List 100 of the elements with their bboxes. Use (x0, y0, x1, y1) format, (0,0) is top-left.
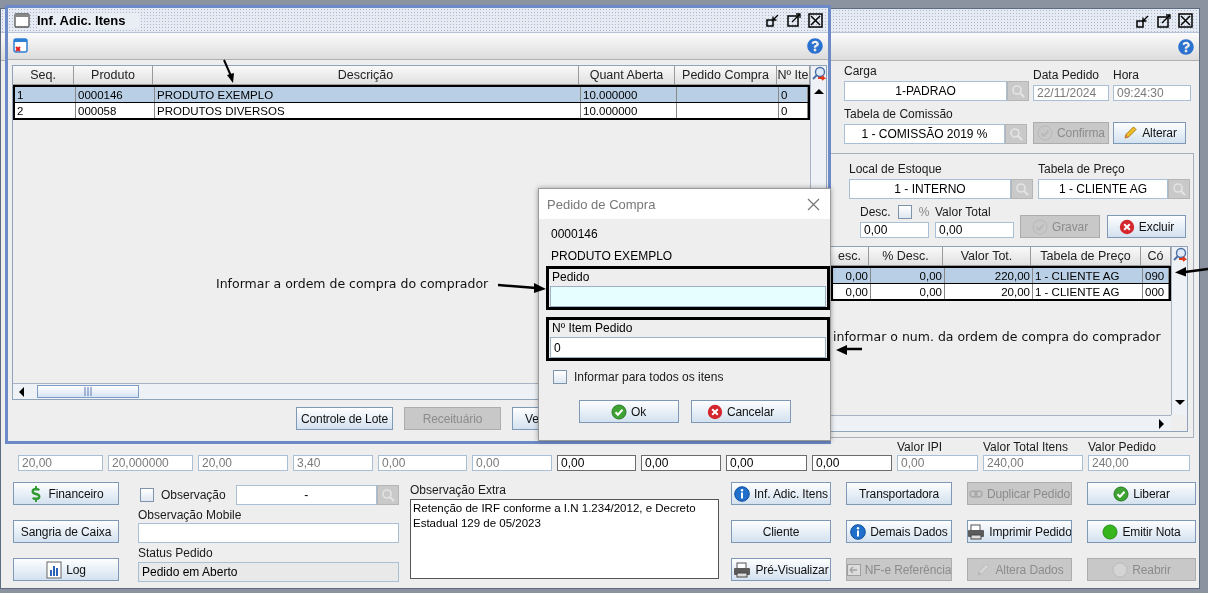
grip-icon (84, 387, 92, 396)
scroll-down-icon[interactable] (1173, 399, 1186, 407)
financial-button[interactable]: Financeiro (13, 482, 119, 505)
column-header[interactable]: Tabela de Preço (1031, 247, 1141, 266)
value-field[interactable]: 20,00 (18, 455, 103, 471)
customer-button[interactable]: Cliente (731, 520, 831, 543)
cash-withdrawal-button[interactable]: Sangria de Caixa (13, 520, 119, 543)
checkbox-label: % (918, 205, 930, 219)
cancel-button[interactable]: Cancelar (690, 400, 791, 423)
checkbox[interactable] (553, 370, 567, 384)
dialog-title: Pedido de Compra (547, 196, 656, 212)
value-field[interactable]: 0,00 (897, 455, 978, 471)
pencil-icon (975, 561, 992, 578)
more-data-button[interactable]: Demais Dados (846, 520, 952, 543)
value-field[interactable]: 240,00 (1088, 455, 1190, 471)
arrow (1174, 265, 1208, 278)
restore-icon[interactable] (1136, 13, 1150, 28)
field-label: Valor Total (935, 205, 992, 219)
scroll-left-icon[interactable] (17, 385, 25, 398)
annotation-text: Informar a ordem de compra do comprador (216, 276, 489, 291)
vertical-scrollbar[interactable] (1171, 247, 1187, 415)
dropdown-field[interactable]: - (235, 485, 377, 505)
input-field[interactable]: 0 (550, 337, 826, 358)
printer-icon (733, 561, 752, 578)
lookup-field[interactable]: 1 - COMISSÃO 2019 % (844, 124, 1005, 144)
check-icon (1113, 485, 1130, 502)
pencil-icon (1122, 125, 1139, 141)
arrow (835, 344, 863, 356)
scroll-up-icon[interactable] (812, 87, 825, 95)
print-order-button[interactable]: Imprimir Pedido (967, 520, 1072, 543)
delete-button[interactable]: Excluir (1107, 215, 1186, 238)
table-row[interactable]: 2 000058 PRODUTOS DIVERSOS 10.000000 0 (15, 102, 808, 118)
column-header[interactable]: Quant Aberta (579, 66, 675, 85)
value-field[interactable]: 0,00 (472, 455, 552, 471)
value-field[interactable]: 0,00 (726, 455, 807, 471)
search-icon (1009, 127, 1023, 141)
text-area[interactable]: Retenção de IRF conforme a I.N 1.234/2012, e Decreto Estadual 129 de 05/2023 (410, 499, 719, 579)
help-icon[interactable] (1178, 38, 1194, 55)
discount-field[interactable]: 0,00 (860, 222, 929, 238)
value-field[interactable]: 240,00 (983, 455, 1083, 471)
close-window-icon[interactable] (13, 38, 29, 54)
lookup-field[interactable]: 1 - INTERNO (849, 179, 1011, 199)
column-header[interactable]: Nº Ite (777, 66, 810, 85)
table-cell: 0 (779, 103, 808, 118)
column-header[interactable]: Descrição (153, 66, 579, 85)
ok-button[interactable]: Ok (578, 400, 679, 423)
value-field[interactable]: 0,00 (641, 455, 721, 471)
close-icon[interactable] (808, 12, 823, 28)
column-header[interactable]: esc. (831, 247, 869, 266)
table-row[interactable]: 1 0000146 PRODUTO EXEMPLO 10.000000 0 (15, 85, 808, 102)
time-field[interactable]: 09:24:30 (1113, 85, 1191, 101)
lookup-field[interactable]: 1 - CLIENTE AG (1038, 179, 1168, 199)
column-header[interactable]: Có (1141, 247, 1171, 266)
log-button[interactable]: Log (13, 558, 119, 581)
carrier-button[interactable]: Transportadora (846, 482, 952, 505)
value-field[interactable]: 0,00 (557, 455, 636, 471)
column-header[interactable]: Produto (74, 66, 153, 85)
field-label: Observação Mobile (138, 508, 243, 522)
column-header[interactable]: Seq. (13, 66, 74, 85)
field-label: Hora (1113, 68, 1140, 82)
table-row[interactable]: 0,00 0,00 220,00 1 - CLIENTE AG 090 (833, 266, 1169, 283)
document-icon (847, 563, 861, 576)
edit-button[interactable]: Alterar (1113, 122, 1186, 144)
close-icon[interactable] (1178, 13, 1193, 28)
table-row[interactable]: 0,00 0,00 20,00 1 - CLIENTE AG 000 (833, 283, 1169, 299)
field-label: Status Pedido (138, 546, 214, 560)
scroll-right-icon[interactable] (1158, 417, 1166, 430)
search-icon (1015, 182, 1029, 196)
value-field[interactable]: 20,00 (198, 455, 288, 471)
field-label: Valor IPI (897, 440, 944, 454)
horizontal-scrollbar[interactable] (831, 415, 1171, 431)
cancel-icon (1118, 218, 1135, 235)
date-field[interactable]: 22/11/2024 (1033, 85, 1109, 101)
checkbox[interactable] (140, 488, 154, 502)
column-header[interactable]: % Desc. (869, 247, 943, 266)
release-button[interactable]: Liberar (1087, 482, 1196, 505)
value-field[interactable]: 20,000000 (108, 455, 193, 471)
checkbox[interactable] (897, 205, 912, 219)
preview-button[interactable]: Pré-Visualizar (731, 558, 831, 581)
check-icon (610, 403, 627, 420)
field-label: Tabela de Comissão (844, 107, 954, 121)
value-field[interactable]: 0,00 (812, 455, 892, 471)
column-header[interactable]: Valor Tot. (943, 247, 1031, 266)
help-icon[interactable] (807, 38, 823, 54)
value-field[interactable]: 0,00 (378, 455, 467, 471)
column-header[interactable]: Pedido Compra (675, 66, 777, 85)
maximize-icon[interactable] (1157, 13, 1171, 28)
magnifier-arrow-icon (1171, 247, 1188, 264)
text-field[interactable] (138, 523, 399, 543)
item-info-button[interactable]: Inf. Adic. Itens (731, 482, 831, 505)
value-field[interactable]: 3,40 (293, 455, 373, 471)
restore-icon[interactable] (766, 13, 780, 27)
batch-control-button[interactable]: Controle de Lote (296, 407, 393, 430)
maximize-icon[interactable] (787, 13, 801, 27)
lookup-field[interactable]: 1-PADRAO (844, 81, 1007, 101)
issue-invoice-button[interactable]: Emitir Nota (1087, 520, 1196, 543)
scrollbar-thumb[interactable] (37, 385, 139, 398)
input-field[interactable] (550, 286, 826, 307)
checkbox-label: Observação (161, 488, 226, 502)
total-field[interactable]: 0,00 (935, 222, 1014, 238)
